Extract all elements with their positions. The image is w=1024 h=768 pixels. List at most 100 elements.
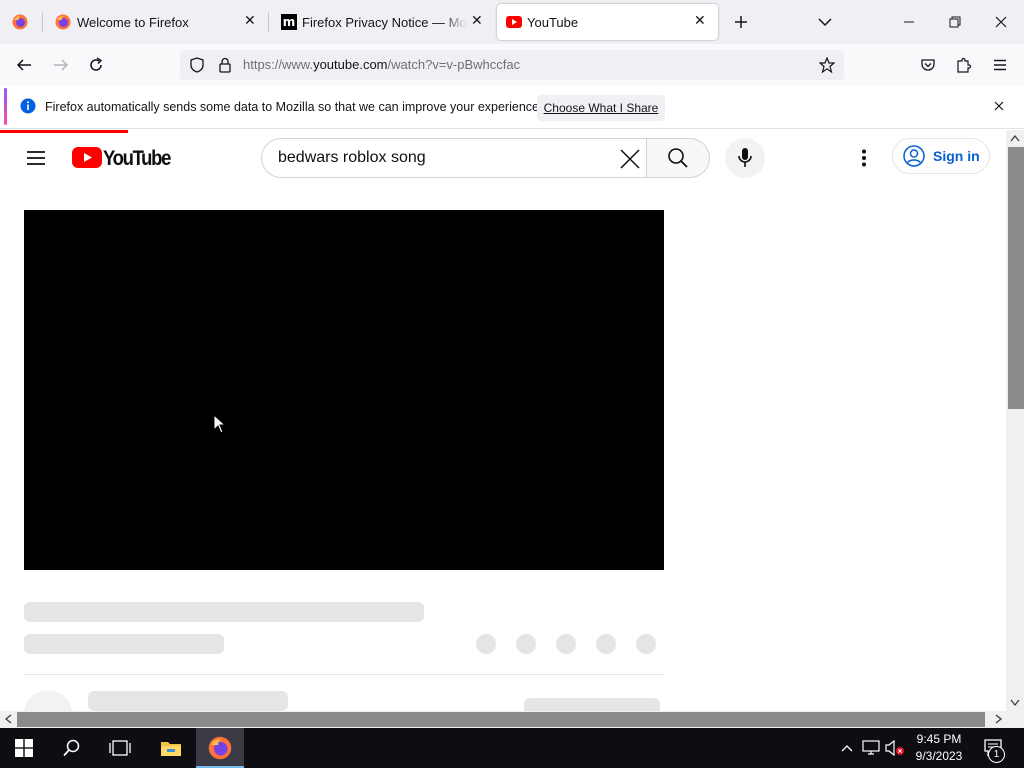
tab-firefox-privacy-notice[interactable]: m Firefox Privacy Notice — Mozilla ✕	[272, 4, 492, 40]
action-center-button[interactable]: 1	[978, 728, 1024, 768]
reload-button[interactable]	[82, 51, 110, 79]
horizontal-scroll-thumb[interactable]	[17, 712, 985, 727]
firefox-icon	[208, 736, 232, 760]
url-prefix: https://www.	[243, 57, 314, 72]
owner-placeholder	[88, 691, 288, 711]
close-tab-icon[interactable]: ✕	[244, 12, 256, 29]
close-tab-icon[interactable]: ✕	[471, 12, 483, 29]
youtube-logo[interactable]: YouTube	[72, 147, 171, 170]
folder-icon	[161, 742, 181, 756]
mouse-cursor-icon	[213, 414, 227, 434]
action-placeholder	[476, 634, 496, 654]
avatar-placeholder	[24, 690, 72, 711]
microphone-icon	[738, 148, 752, 167]
action-placeholder	[596, 634, 616, 654]
tab-title: YouTube	[527, 15, 579, 30]
vertical-scroll-thumb[interactable]	[1008, 147, 1024, 409]
hamburger-menu-icon	[994, 59, 1006, 71]
task-view-button[interactable]	[96, 728, 144, 768]
url-text[interactable]: https://www.youtube.com/watch?v=v-pBwhcc…	[243, 57, 520, 72]
divider	[24, 674, 664, 675]
clock-date: 9/3/2023	[915, 749, 963, 763]
star-bookmark-icon[interactable]	[819, 57, 835, 73]
list-all-tabs-button[interactable]	[812, 9, 838, 35]
notification-accent-bar	[4, 88, 7, 125]
search-input[interactable]: bedwars roblox song	[261, 138, 647, 178]
scroll-left-arrow-icon[interactable]	[4, 714, 12, 724]
chevron-down-icon	[818, 18, 832, 27]
windows-logo-icon	[15, 739, 33, 757]
app-menu-button[interactable]	[986, 51, 1014, 79]
volume-tray-icon[interactable]	[884, 728, 906, 768]
search-icon	[63, 739, 80, 757]
mozilla-m-icon: m	[281, 14, 297, 30]
scroll-right-arrow-icon[interactable]	[995, 714, 1003, 724]
firefox-view-button[interactable]	[6, 8, 34, 36]
close-icon[interactable]	[994, 101, 1004, 111]
youtube-play-logo-icon	[72, 147, 102, 168]
extensions-button[interactable]	[950, 51, 978, 79]
scroll-down-arrow-icon[interactable]	[1010, 699, 1020, 707]
tab-strip: Welcome to Firefox ✕ m Firefox Privacy N…	[0, 0, 1024, 44]
task-view-icon	[109, 740, 131, 756]
choose-what-i-share-button[interactable]: Choose What I Share	[537, 95, 665, 121]
pocket-icon	[921, 59, 935, 71]
title-placeholder	[24, 602, 424, 622]
restore-button[interactable]	[932, 0, 978, 44]
notification-message: Firefox automatically sends some data to…	[45, 100, 543, 114]
puzzle-piece-icon	[957, 57, 972, 73]
back-button[interactable]	[10, 51, 38, 79]
vertical-scrollbar[interactable]	[1006, 130, 1024, 711]
action-placeholder	[636, 634, 656, 654]
new-tab-button[interactable]	[728, 9, 754, 35]
page-loading-bar	[0, 130, 128, 133]
taskbar-search-button[interactable]	[48, 728, 96, 768]
plus-icon	[735, 16, 747, 28]
network-icon	[862, 740, 880, 755]
search-button[interactable]	[646, 138, 710, 178]
clear-search-icon[interactable]	[620, 149, 640, 169]
arrow-right-icon	[54, 59, 69, 71]
action-placeholder	[516, 634, 536, 654]
settings-more-button[interactable]	[852, 146, 876, 170]
shield-icon[interactable]	[189, 57, 205, 73]
firefox-icon	[55, 14, 71, 30]
sign-in-button[interactable]: Sign in	[892, 138, 990, 174]
taskbar-clock[interactable]: 9:45 PM 9/3/2023	[908, 731, 970, 765]
url-bar[interactable]: https://www.youtube.com/watch?v=v-pBwhcc…	[180, 50, 844, 80]
close-tab-icon[interactable]: ✕	[694, 12, 706, 29]
notification-count-badge: 1	[988, 746, 1005, 763]
tab-welcome-to-firefox[interactable]: Welcome to Firefox ✕	[46, 4, 266, 40]
forward-button[interactable]	[47, 51, 75, 79]
clock-time: 9:45 PM	[916, 732, 962, 746]
minimize-button[interactable]	[886, 0, 932, 44]
network-tray-icon[interactable]	[860, 728, 882, 768]
file-explorer-taskbar-button[interactable]	[148, 728, 194, 768]
action-placeholder	[556, 634, 576, 654]
firefox-icon	[12, 14, 28, 30]
show-hidden-icons-button[interactable]	[836, 728, 858, 768]
guide-menu-button[interactable]	[24, 146, 48, 170]
tab-title: Firefox Privacy Notice — Mozilla	[302, 15, 467, 30]
url-domain: youtube.com	[313, 57, 388, 72]
firefox-taskbar-button[interactable]	[196, 728, 244, 768]
voice-search-button[interactable]	[725, 138, 765, 178]
info-icon	[20, 98, 36, 114]
youtube-logo-text: YouTube	[103, 147, 171, 170]
hamburger-menu-icon	[27, 151, 45, 165]
horizontal-scrollbar[interactable]	[0, 711, 1024, 728]
start-button[interactable]	[0, 728, 48, 768]
youtube-icon	[506, 16, 522, 28]
web-content: YouTube bedwars roblox song Sign in	[0, 130, 1006, 711]
lock-icon[interactable]	[218, 57, 232, 73]
chevron-up-icon	[841, 745, 853, 752]
scroll-up-arrow-icon[interactable]	[1010, 134, 1020, 142]
windows-taskbar: 9:45 PM 9/3/2023 1	[0, 728, 1024, 768]
search-query-text: bedwars roblox song	[278, 149, 426, 166]
video-player[interactable]	[24, 210, 664, 570]
tab-separator	[268, 12, 269, 32]
close-window-button[interactable]	[978, 0, 1024, 44]
tab-youtube[interactable]: YouTube ✕	[497, 4, 718, 40]
pocket-button[interactable]	[914, 51, 942, 79]
data-reporting-notification-bar: Firefox automatically sends some data to…	[0, 86, 1024, 129]
